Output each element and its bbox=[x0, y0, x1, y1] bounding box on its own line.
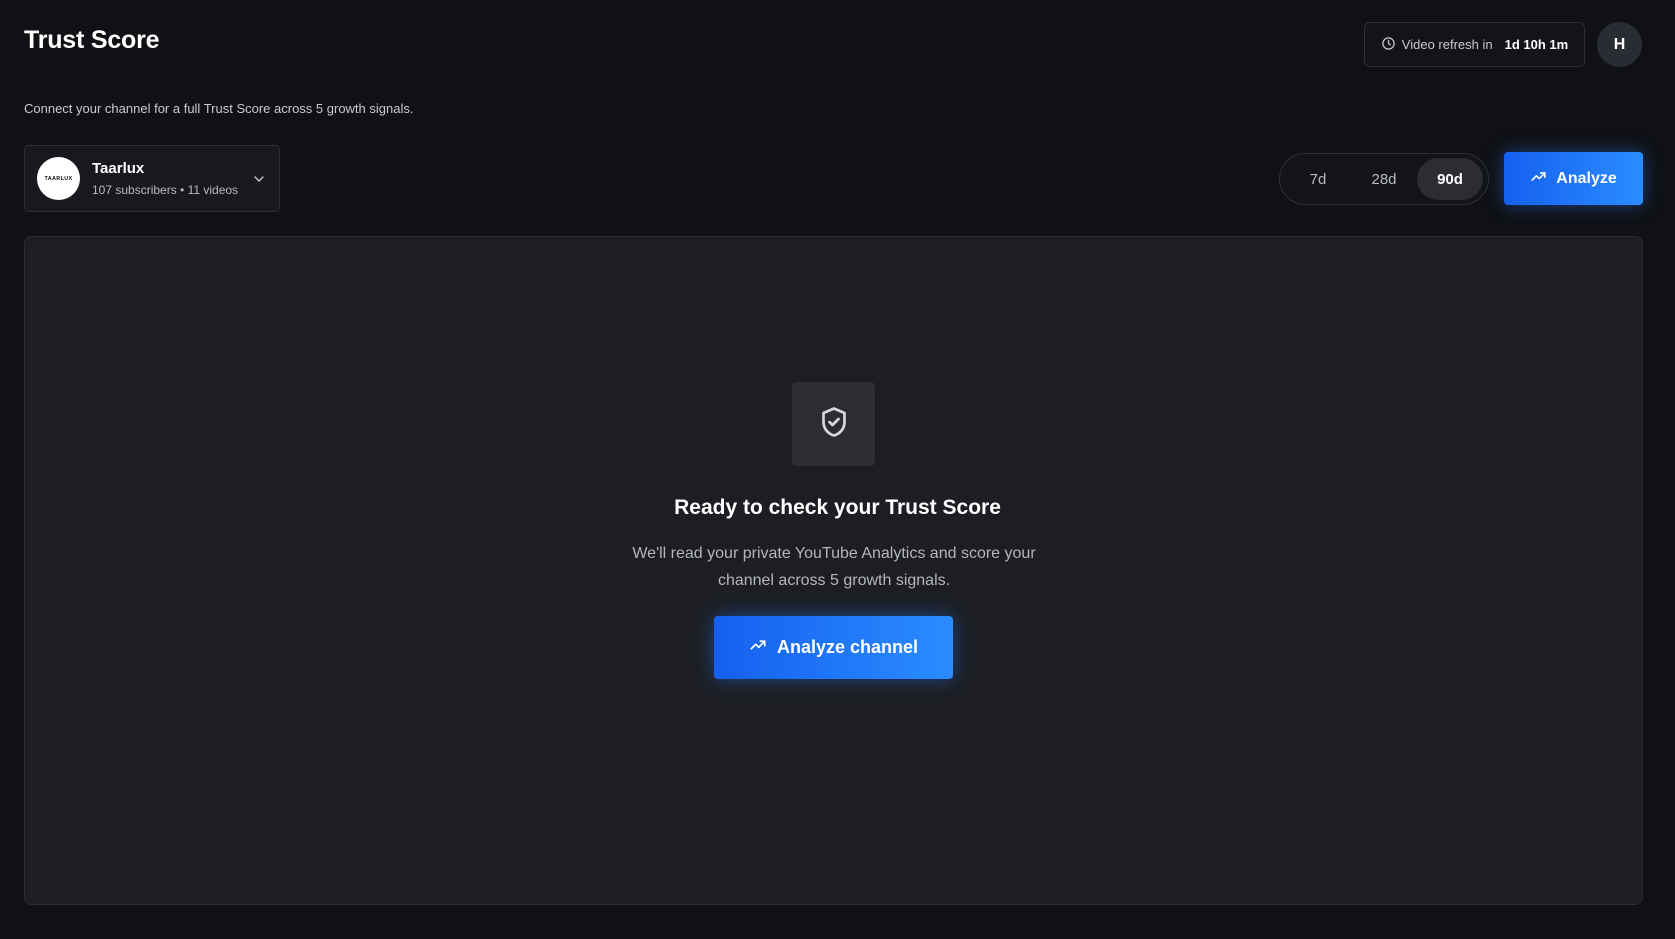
range-28d-button[interactable]: 28d bbox=[1351, 158, 1417, 200]
page-subtitle: Connect your channel for a full Trust Sc… bbox=[24, 101, 414, 116]
empty-state-title: Ready to check your Trust Score bbox=[674, 496, 1001, 519]
trending-up-icon bbox=[749, 636, 767, 659]
user-avatar[interactable]: H bbox=[1597, 22, 1642, 67]
refresh-time: 1d 10h 1m bbox=[1504, 37, 1569, 52]
trending-up-icon bbox=[1530, 168, 1547, 190]
range-90d-button[interactable]: 90d bbox=[1417, 158, 1483, 200]
channel-meta: 107 subscribers • 11 videos bbox=[92, 183, 239, 197]
refresh-label: Video refresh in bbox=[1401, 37, 1493, 52]
page-title: Trust Score bbox=[24, 26, 160, 54]
analyze-button-label: Analyze bbox=[1556, 169, 1617, 187]
clock-icon bbox=[1381, 36, 1396, 54]
channel-selector[interactable]: TAARLUX Taarlux 107 subscribers • 11 vid… bbox=[24, 145, 280, 212]
range-7d-button[interactable]: 7d bbox=[1285, 158, 1351, 200]
trust-score-page: Trust Score Video refresh in 1d 10h 1m H… bbox=[0, 0, 1675, 939]
empty-state-icon-box bbox=[792, 382, 875, 466]
video-refresh-indicator: Video refresh in 1d 10h 1m bbox=[1364, 22, 1585, 67]
analyze-channel-label: Analyze channel bbox=[776, 637, 919, 657]
analyze-channel-button[interactable]: Analyze channel bbox=[714, 616, 953, 679]
channel-name: Taarlux bbox=[92, 160, 145, 177]
chevron-down-icon bbox=[251, 171, 267, 187]
date-range-toggle: 7d 28d 90d bbox=[1279, 153, 1489, 205]
shield-check-icon bbox=[816, 404, 852, 445]
channel-logo: TAARLUX bbox=[37, 157, 80, 200]
empty-state-description: We'll read your private YouTube Analytic… bbox=[632, 545, 1036, 589]
analyze-button[interactable]: Analyze bbox=[1504, 152, 1643, 205]
